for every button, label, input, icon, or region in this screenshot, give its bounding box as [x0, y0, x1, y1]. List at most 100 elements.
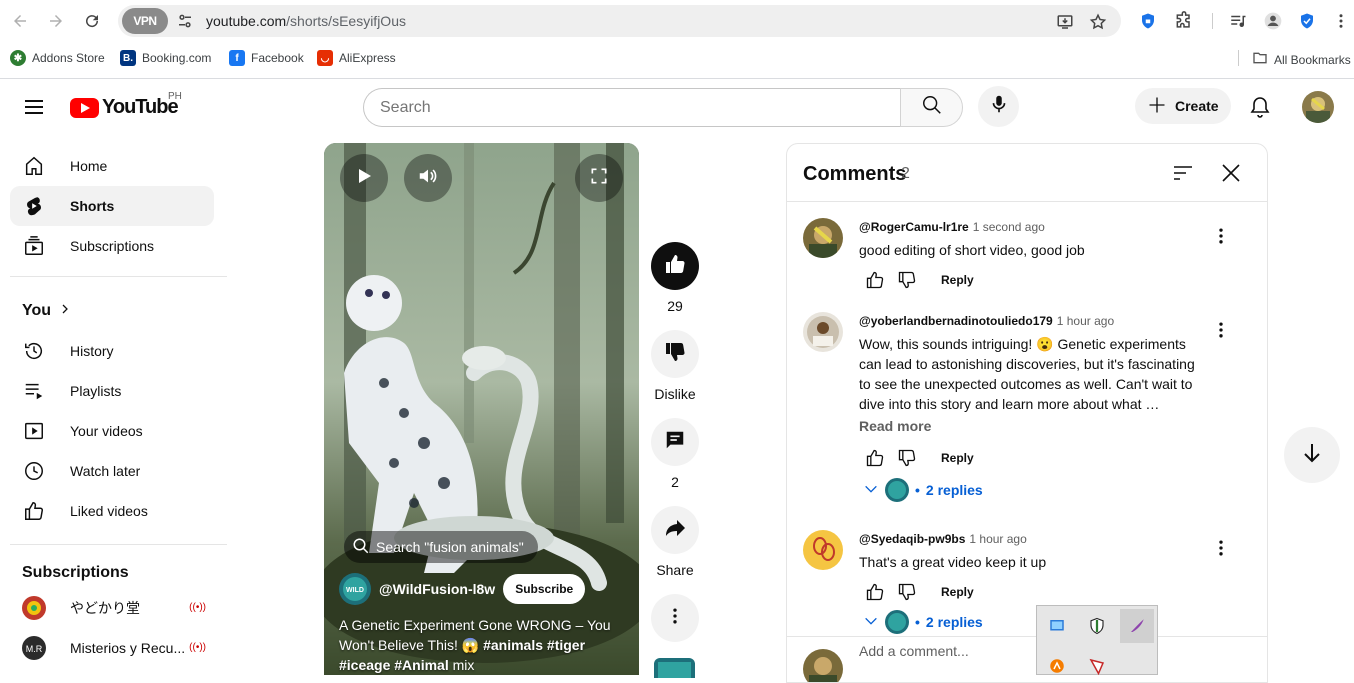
dislike-button[interactable]	[651, 330, 699, 378]
sidebar-item-watch-later[interactable]: Watch later	[10, 451, 214, 491]
read-more-link[interactable]: Read more	[859, 418, 931, 434]
reply-button[interactable]: Reply	[941, 273, 974, 287]
bookmark-addons-store[interactable]: ✱ Addons Store	[10, 50, 105, 66]
install-app-icon[interactable]	[1056, 13, 1074, 31]
hashtag-link[interactable]: #Animal	[394, 657, 448, 673]
hashtag-link[interactable]: #iceage	[339, 657, 390, 673]
sidebar-item-shorts[interactable]: Shorts	[10, 186, 214, 226]
more-options-button[interactable]	[651, 594, 699, 642]
tray-feather-icon[interactable]	[1120, 609, 1154, 643]
volume-button[interactable]	[404, 154, 452, 202]
view-replies-button[interactable]: • 2 replies	[863, 610, 983, 634]
comment-menu-icon[interactable]	[1209, 536, 1233, 560]
author-handle: @Syedaqib-pw9bs	[859, 532, 966, 546]
next-short-button[interactable]	[1284, 427, 1340, 483]
bookmark-aliexpress[interactable]: ◡ AliExpress	[317, 50, 396, 66]
search-button[interactable]	[900, 88, 963, 127]
comment-menu-icon[interactable]	[1209, 318, 1233, 342]
short-title[interactable]: A Genetic Experiment Gone WRONG – You Wo…	[339, 615, 619, 675]
sidebar-you-heading[interactable]: You	[22, 302, 71, 320]
security-shield-icon[interactable]	[1297, 11, 1317, 31]
back-icon[interactable]	[8, 9, 32, 33]
address-bar[interactable]: VPN youtube.com/shorts/sEesyifjOus	[118, 5, 1121, 37]
search-input[interactable]	[364, 89, 901, 126]
play-button[interactable]	[340, 154, 388, 202]
thumbs-down-icon[interactable]	[891, 264, 923, 296]
bookmark-star-icon[interactable]	[1089, 13, 1107, 31]
close-icon[interactable]	[1219, 161, 1243, 185]
sidebar-item-subscriptions[interactable]: Subscriptions	[10, 226, 214, 266]
forward-icon[interactable]	[44, 9, 68, 33]
sidebar-subscription-channel[interactable]: やどかり堂 ((•))	[10, 588, 214, 628]
hamburger-menu-icon[interactable]	[22, 95, 46, 119]
bullet: •	[915, 482, 920, 498]
comment-time: 1 second ago	[972, 220, 1045, 234]
channel-name[interactable]: @WildFusion-l8w	[379, 581, 495, 597]
tray-app-icon[interactable]	[1080, 649, 1114, 683]
search-box[interactable]	[363, 88, 901, 127]
reply-button[interactable]: Reply	[941, 451, 974, 465]
comment-menu-icon[interactable]	[1209, 224, 1233, 248]
sidebar-item-playlists[interactable]: Playlists	[10, 371, 214, 411]
youtube-logo[interactable]: YouTube PH	[70, 91, 182, 119]
sidebar-item-history[interactable]: History	[10, 331, 214, 371]
view-replies-button[interactable]: • 2 replies	[863, 478, 983, 502]
subscriptions-heading-label: Subscriptions	[22, 564, 129, 581]
short-video-player[interactable]: Search "fusion animals" WILD @WildFusion…	[324, 143, 639, 675]
sort-icon[interactable]	[1171, 161, 1195, 185]
extensions-puzzle-icon[interactable]	[1174, 11, 1194, 31]
tray-shield-icon[interactable]	[1080, 609, 1114, 643]
vpn-badge[interactable]: VPN	[122, 8, 168, 34]
aliexpress-icon: ◡	[317, 50, 333, 66]
reload-icon[interactable]	[80, 9, 104, 33]
tray-monitor-icon[interactable]	[1040, 609, 1074, 643]
subscribe-button[interactable]: Subscribe	[503, 574, 586, 604]
browser-menu-icon[interactable]	[1331, 11, 1351, 31]
logo-text: YouTube	[102, 96, 179, 118]
hashtag-link[interactable]: #tiger	[547, 637, 585, 653]
profile-icon[interactable]	[1263, 11, 1283, 31]
reply-avatar	[885, 478, 909, 502]
tray-app-icon[interactable]	[1040, 649, 1074, 683]
sidebar-subscription-channel[interactable]: M.R Misterios y Recu... ((•))	[10, 628, 214, 668]
hashtag-link[interactable]: #animals	[483, 637, 543, 653]
sidebar-item-label: やどかり堂	[70, 600, 140, 616]
sidebar-item-label: Shorts	[70, 198, 115, 214]
bookmark-facebook[interactable]: f Facebook	[229, 50, 304, 66]
bookmarks-bar: ✱ Addons Store B. Booking.com f Facebook…	[0, 46, 1354, 70]
voice-search-button[interactable]	[978, 86, 1019, 127]
comment-author[interactable]: @yoberlandbernadinotouliedo179 1 hour ago	[859, 314, 1114, 328]
reply-button[interactable]: Reply	[941, 585, 974, 599]
share-button[interactable]	[651, 506, 699, 554]
search-suggestion-chip[interactable]: Search "fusion animals"	[344, 531, 538, 563]
thumbs-up-icon[interactable]	[859, 576, 891, 608]
add-comment-input[interactable]: Add a comment...	[859, 643, 969, 659]
media-controls-icon[interactable]	[1228, 11, 1248, 31]
channel-avatar[interactable]: WILD	[339, 573, 371, 605]
bookmarks-divider	[1238, 50, 1239, 66]
comments-button[interactable]	[651, 418, 699, 466]
notifications-bell-icon[interactable]	[1248, 95, 1272, 119]
bookmark-booking[interactable]: B. Booking.com	[120, 50, 211, 66]
sidebar-item-home[interactable]: Home	[10, 146, 214, 186]
fullscreen-button[interactable]	[575, 154, 623, 202]
add-comment-row: Add a comment...	[787, 636, 1267, 682]
account-avatar[interactable]	[1302, 91, 1334, 123]
thumbs-down-icon[interactable]	[891, 442, 923, 474]
like-button[interactable]	[651, 242, 699, 290]
create-button[interactable]: Create	[1135, 88, 1231, 124]
comment-author[interactable]: @Syedaqib-pw9bs 1 hour ago	[859, 532, 1027, 546]
comment-avatar[interactable]	[803, 218, 843, 258]
sound-thumbnail[interactable]	[654, 658, 695, 678]
thumbs-up-icon[interactable]	[859, 442, 891, 474]
comment-avatar[interactable]	[803, 312, 843, 352]
comment-author[interactable]: @RogerCamu-lr1re 1 second ago	[859, 220, 1045, 234]
thumbs-up-icon[interactable]	[859, 264, 891, 296]
extension-shield-icon[interactable]	[1138, 11, 1158, 31]
sidebar-item-liked-videos[interactable]: Liked videos	[10, 491, 214, 531]
thumbs-down-icon[interactable]	[891, 576, 923, 608]
site-info-icon[interactable]	[176, 12, 194, 30]
sidebar-item-your-videos[interactable]: Your videos	[10, 411, 214, 451]
all-bookmarks[interactable]: All Bookmarks	[1252, 50, 1351, 69]
comment-avatar[interactable]	[803, 530, 843, 570]
